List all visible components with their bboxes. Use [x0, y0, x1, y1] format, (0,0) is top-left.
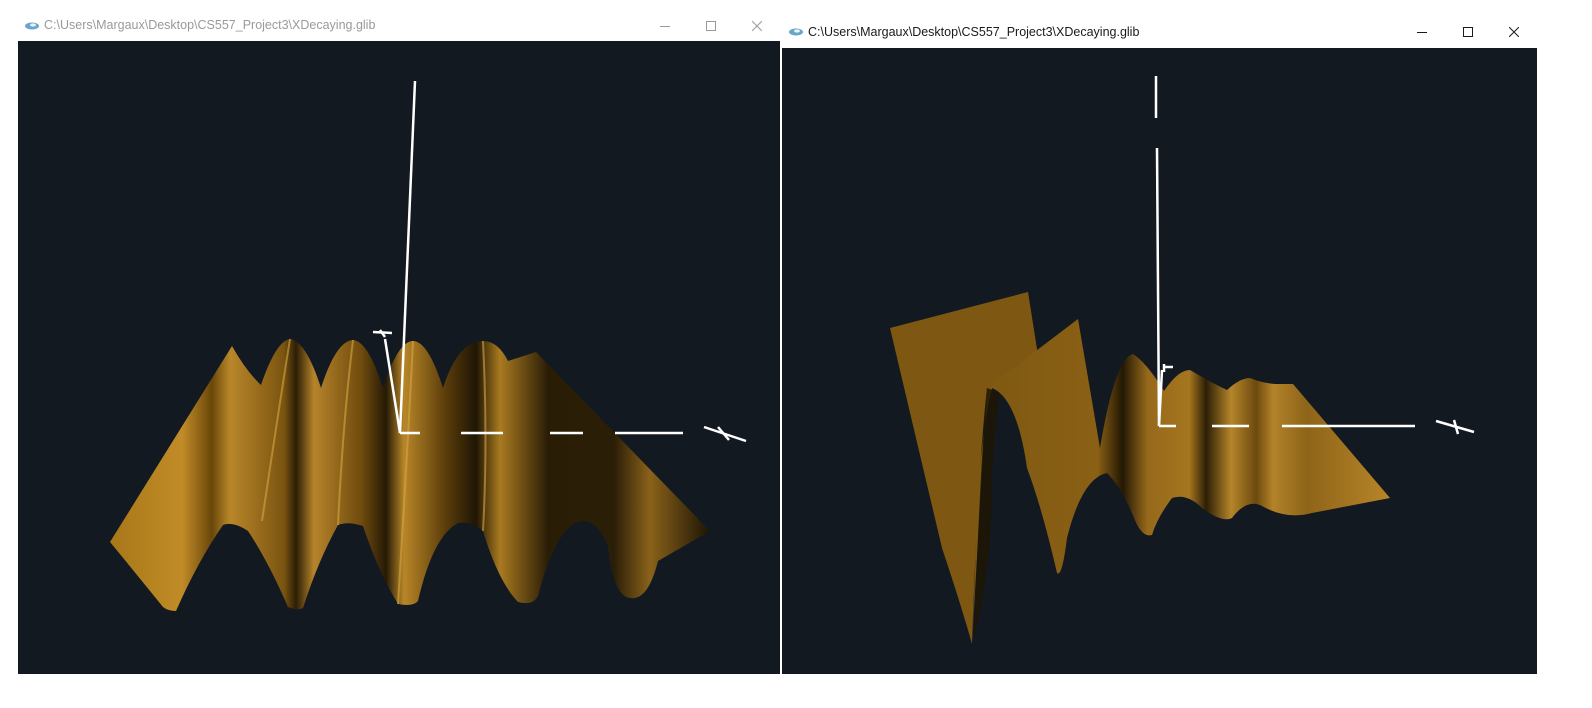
close-button[interactable]	[734, 10, 780, 41]
maximize-icon	[1463, 26, 1473, 37]
gl-viewport[interactable]: X Y Z	[782, 48, 1537, 674]
minimize-button[interactable]	[1399, 16, 1445, 47]
maximize-icon	[706, 20, 716, 31]
decaying-wave-surface	[972, 319, 1390, 644]
scene-render: X Y Z	[890, 76, 1475, 644]
close-icon	[752, 20, 762, 31]
title-bar[interactable]: C:\Users\Margaux\Desktop\CS557_Project3\…	[782, 16, 1537, 48]
decaying-wave-surface-back	[890, 292, 1040, 644]
window-title: C:\Users\Margaux\Desktop\CS557_Project3\…	[44, 18, 376, 32]
title-bar[interactable]: C:\Users\Margaux\Desktop\CS557_Project3\…	[18, 10, 780, 41]
minimize-icon	[660, 25, 670, 27]
minimize-button[interactable]	[642, 10, 688, 41]
maximize-button[interactable]	[1445, 16, 1491, 47]
right-window[interactable]: C:\Users\Margaux\Desktop\CS557_Project3\…	[782, 16, 1537, 674]
minimize-icon	[1417, 31, 1427, 33]
gl-viewport[interactable]: X Y Z	[18, 41, 780, 674]
scene-render: X Y Z	[110, 80, 747, 611]
close-icon	[1509, 26, 1519, 37]
left-window[interactable]: C:\Users\Margaux\Desktop\CS557_Project3\…	[18, 10, 780, 674]
close-button[interactable]	[1491, 16, 1537, 47]
window-title: C:\Users\Margaux\Desktop\CS557_Project3\…	[808, 25, 1140, 39]
glman-app-icon	[789, 28, 803, 36]
maximize-button[interactable]	[688, 10, 734, 41]
glman-app-icon	[25, 22, 39, 30]
